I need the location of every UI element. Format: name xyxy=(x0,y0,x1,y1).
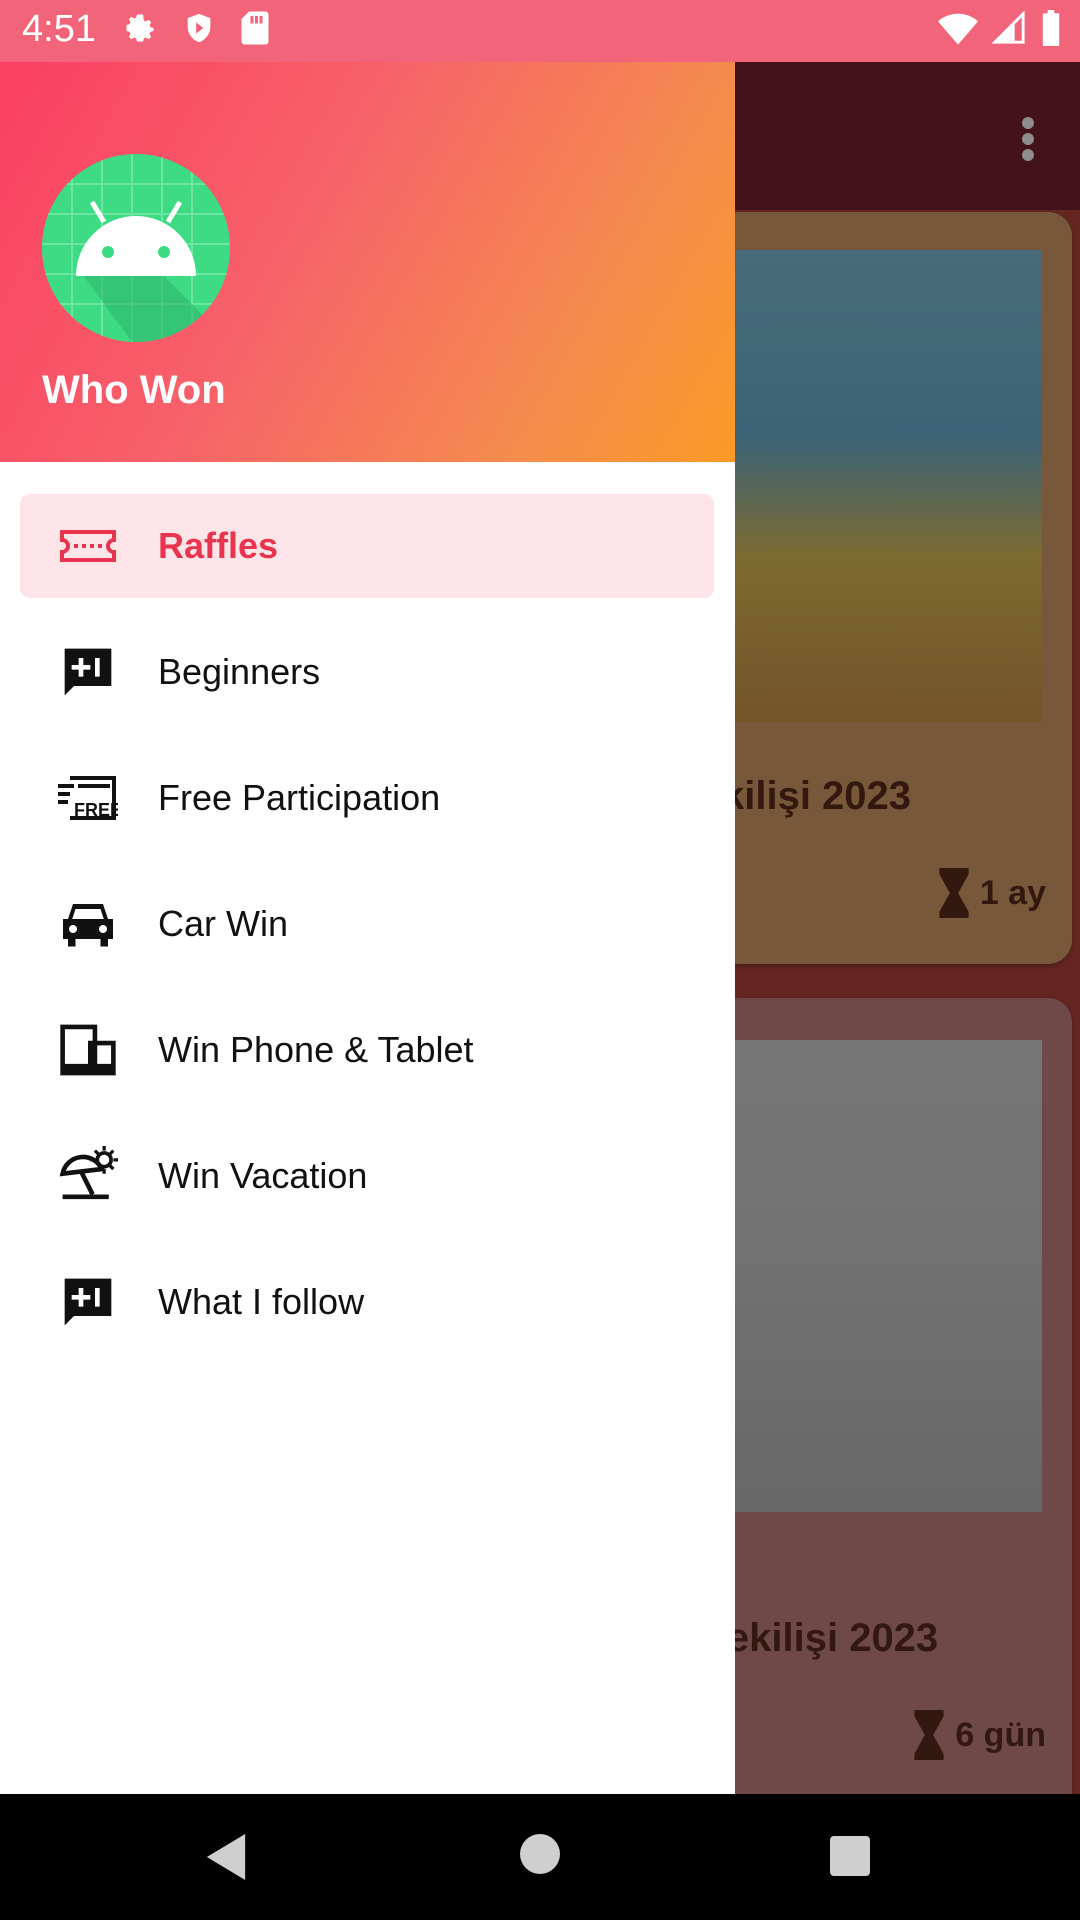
shield-play-icon xyxy=(187,13,211,43)
free-tag-icon: FREE xyxy=(58,768,118,828)
drawer-header: Who Won xyxy=(0,62,735,462)
drawer-item-what-i-follow[interactable]: What I follow xyxy=(20,1250,714,1354)
drawer-item-label: Win Phone & Tablet xyxy=(158,1029,474,1070)
devices-icon xyxy=(58,1020,118,1080)
drawer-item-win-vacation[interactable]: Win Vacation xyxy=(20,1124,714,1228)
chat-plus-one-icon xyxy=(58,1272,118,1332)
back-icon[interactable] xyxy=(206,1834,246,1880)
drawer-item-free-participation[interactable]: FREE Free Participation xyxy=(20,746,714,850)
svg-text:FREE: FREE xyxy=(74,800,118,820)
sd-card-icon xyxy=(241,11,269,45)
ticket-icon xyxy=(58,516,118,576)
status-icons-left xyxy=(122,10,270,46)
drawer-item-label: What I follow xyxy=(158,1281,365,1322)
home-button[interactable] xyxy=(520,1834,560,1874)
status-time: 4:51 xyxy=(22,8,96,50)
system-nav-bar xyxy=(0,1794,1080,1920)
android-icon xyxy=(42,154,230,342)
navigation-drawer: Who Won Raffles Beginners FREE Free Part… xyxy=(0,62,735,1794)
app-name: Who Won xyxy=(42,368,226,412)
drawer-item-raffles[interactable]: Raffles xyxy=(20,494,714,598)
chat-plus-one-icon xyxy=(58,642,118,702)
settings-icon xyxy=(126,14,154,42)
drawer-item-label: Car Win xyxy=(158,903,289,944)
beach-umbrella-icon xyxy=(58,1146,118,1206)
drawer-item-win-phone-tablet[interactable]: Win Phone & Tablet xyxy=(20,998,714,1102)
drawer-item-label: Beginners xyxy=(158,651,321,692)
signal-icon xyxy=(992,11,1025,44)
drawer-item-label: Raffles xyxy=(158,525,279,566)
wifi-icon xyxy=(938,13,978,45)
status-bar: 4:51 xyxy=(0,0,1080,62)
battery-icon xyxy=(1042,10,1060,46)
drawer-item-label: Free Participation xyxy=(158,777,441,818)
drawer-item-beginners[interactable]: Beginners xyxy=(20,620,714,724)
drawer-item-label: Win Vacation xyxy=(158,1155,368,1196)
status-icons-right xyxy=(938,10,1062,46)
car-icon xyxy=(58,894,118,954)
recents-button[interactable] xyxy=(830,1836,870,1876)
drawer-item-car-win[interactable]: Car Win xyxy=(20,872,714,976)
app-logo-avatar xyxy=(42,154,230,342)
